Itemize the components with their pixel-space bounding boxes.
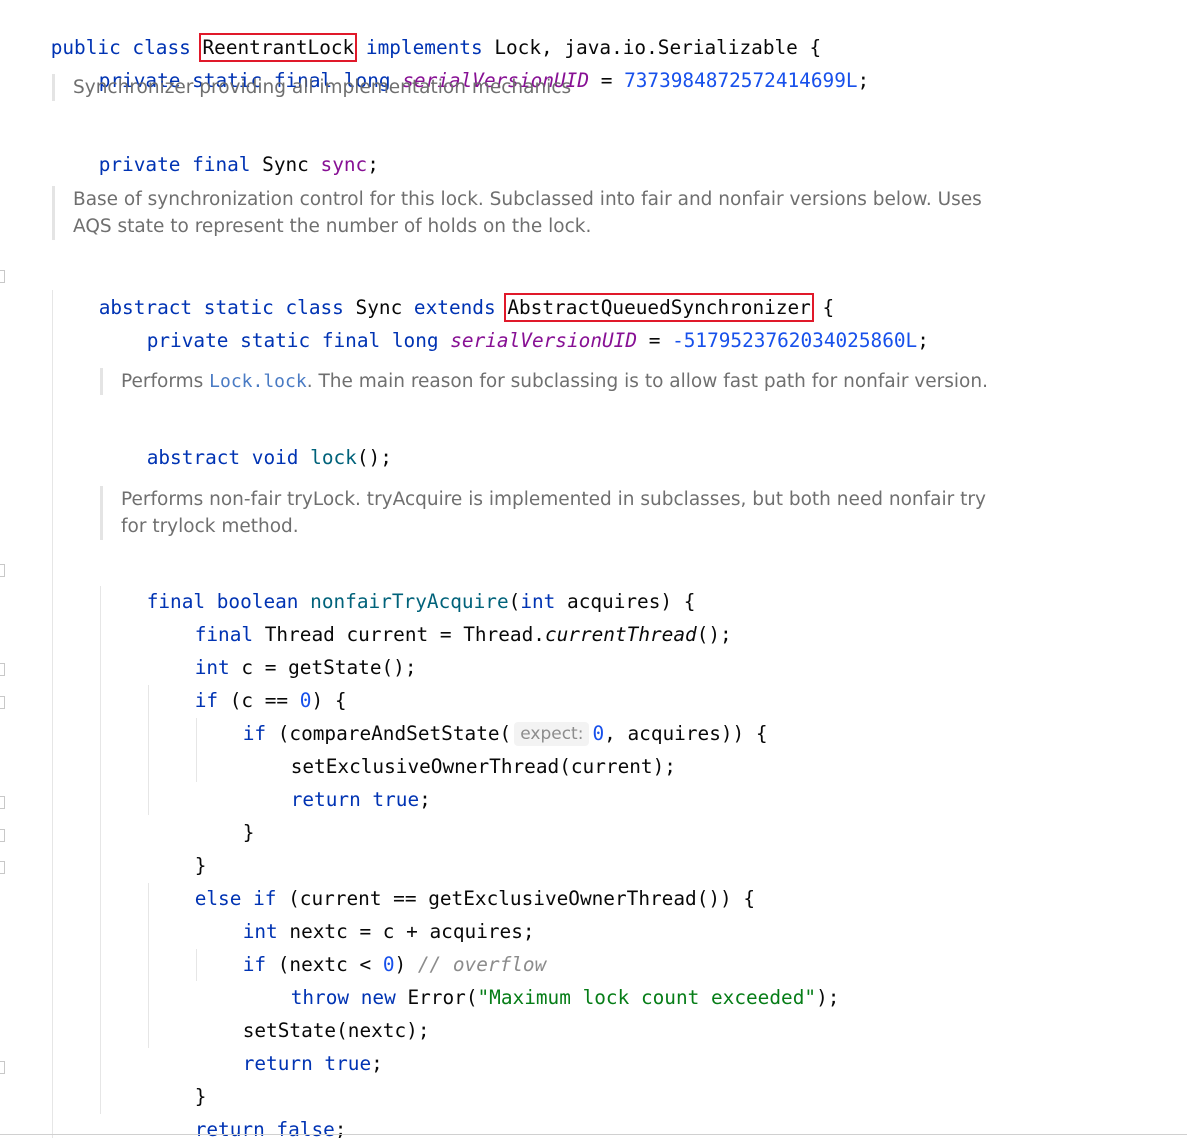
code-line[interactable]: setState(nextc); — [196, 981, 430, 1042]
code-editor[interactable]: public class ReentrantLock implements Lo… — [0, 0, 1187, 1138]
fold-marker[interactable] — [0, 1061, 5, 1074]
javadoc-text: Performs Lock.lock. The main reason for … — [121, 368, 988, 395]
javadoc-text-segment: Performs — [121, 371, 210, 392]
fold-marker[interactable] — [0, 270, 5, 283]
code-line[interactable]: return true; — [196, 1014, 383, 1075]
javadoc-text: Synchronizer providing all implementatio… — [73, 77, 572, 98]
fold-marker[interactable] — [0, 829, 5, 842]
operator-token: = — [589, 69, 625, 92]
keyword-token: private static final long — [146, 329, 451, 352]
code-line[interactable]: } — [196, 783, 255, 844]
code-line[interactable]: int c = getState(); — [148, 618, 417, 679]
javadoc-text: for trylock method. — [121, 516, 299, 537]
code-line-serial-version[interactable]: private static final long serialVersionU… — [100, 291, 929, 352]
static-field-token: serialVersionUID — [450, 329, 638, 352]
keyword-token: return false — [194, 1118, 335, 1138]
punctuation-token: ; — [419, 788, 431, 811]
code-line[interactable]: } — [148, 816, 207, 877]
code-line[interactable]: if (compareAndSetState(expect: 0, acquire… — [196, 684, 768, 746]
fold-marker[interactable] — [0, 696, 5, 709]
code-line[interactable]: throw new Error("Maximum lock count exce… — [244, 948, 840, 1009]
code-line[interactable]: } — [148, 1047, 207, 1108]
keyword-token: return true — [290, 788, 420, 811]
punctuation-token: ; — [371, 1052, 383, 1075]
keyword-token: abstract void — [146, 446, 311, 469]
number-token: -5179523762034025860L — [672, 329, 918, 352]
punctuation-token: (); — [356, 446, 392, 469]
punctuation-token: ; — [857, 69, 870, 92]
code-line-nonfair-try-acquire[interactable]: final boolean nonfairTryAcquire(int acqu… — [100, 552, 696, 613]
code-line-class-declaration[interactable]: public class ReentrantLock implements Lo… — [4, 0, 821, 62]
fold-marker[interactable] — [0, 564, 5, 577]
punctuation-token: ); — [816, 986, 840, 1009]
code-line[interactable]: return false; — [148, 1080, 347, 1138]
javadoc-text: Base of synchronization control for this… — [73, 189, 982, 210]
javadoc-text: AQS state to represent the number of hol… — [73, 216, 592, 237]
operator-token: = — [637, 329, 673, 352]
method-name-token: lock — [310, 446, 357, 469]
code-line-serial-version[interactable]: private static final long serialVersionU… — [52, 31, 870, 92]
punctuation-token: ; — [917, 329, 929, 352]
number-token: 7373984872572414699L — [624, 69, 858, 92]
code-line-sync-class[interactable]: abstract static class Sync extends Abstr… — [52, 258, 834, 322]
code-line[interactable]: else if (current == getExclusiveOwnerThr… — [148, 849, 755, 910]
keyword-token: return true — [242, 1052, 372, 1075]
fold-marker[interactable] — [0, 796, 5, 809]
code-line-lock-method[interactable]: abstract void lock(); — [100, 408, 392, 469]
code-line[interactable]: if (c == 0) { — [148, 651, 347, 712]
code-line[interactable]: setExclusiveOwnerThread(current); — [244, 717, 676, 778]
javadoc-block: Synchronizer providing all implementatio… — [52, 74, 571, 101]
javadoc-block: Base of synchronization control for this… — [52, 186, 982, 240]
code-line[interactable]: int nextc = c + acquires; — [196, 882, 535, 943]
javadoc-link[interactable]: Lock.lock — [209, 371, 307, 392]
fold-marker[interactable] — [0, 861, 5, 874]
code-line[interactable]: return true; — [244, 750, 431, 811]
string-token: "Maximum lock count exceeded" — [477, 986, 817, 1009]
editor-bottom-border — [0, 1134, 1187, 1135]
indent-guide — [100, 586, 101, 1114]
keyword-token: private final — [98, 153, 263, 176]
code-line[interactable]: if (nextc < 0) // overflow — [196, 915, 547, 976]
brace-token: } — [242, 821, 255, 844]
code-line-sync-field[interactable]: private final Sync sync; — [52, 115, 379, 176]
fold-marker[interactable] — [0, 663, 5, 676]
punctuation-token: (); — [696, 623, 732, 646]
javadoc-text-segment: . The main reason for subclassing is to … — [306, 371, 988, 392]
punctuation-token: ; — [334, 1118, 347, 1138]
code-line[interactable]: final Thread current = Thread.currentThr… — [148, 585, 732, 646]
indent-guide — [52, 290, 53, 1138]
javadoc-text: Performs non-fair tryLock. tryAcquire is… — [121, 489, 986, 510]
type-token: Sync — [262, 153, 321, 176]
punctuation-token: ; — [367, 153, 379, 176]
javadoc-block: Performs non-fair tryLock. tryAcquire is… — [100, 486, 986, 540]
field-token: sync — [320, 153, 368, 176]
static-method-token: currentThread — [544, 623, 697, 646]
javadoc-block: Performs Lock.lock. The main reason for … — [100, 368, 988, 395]
